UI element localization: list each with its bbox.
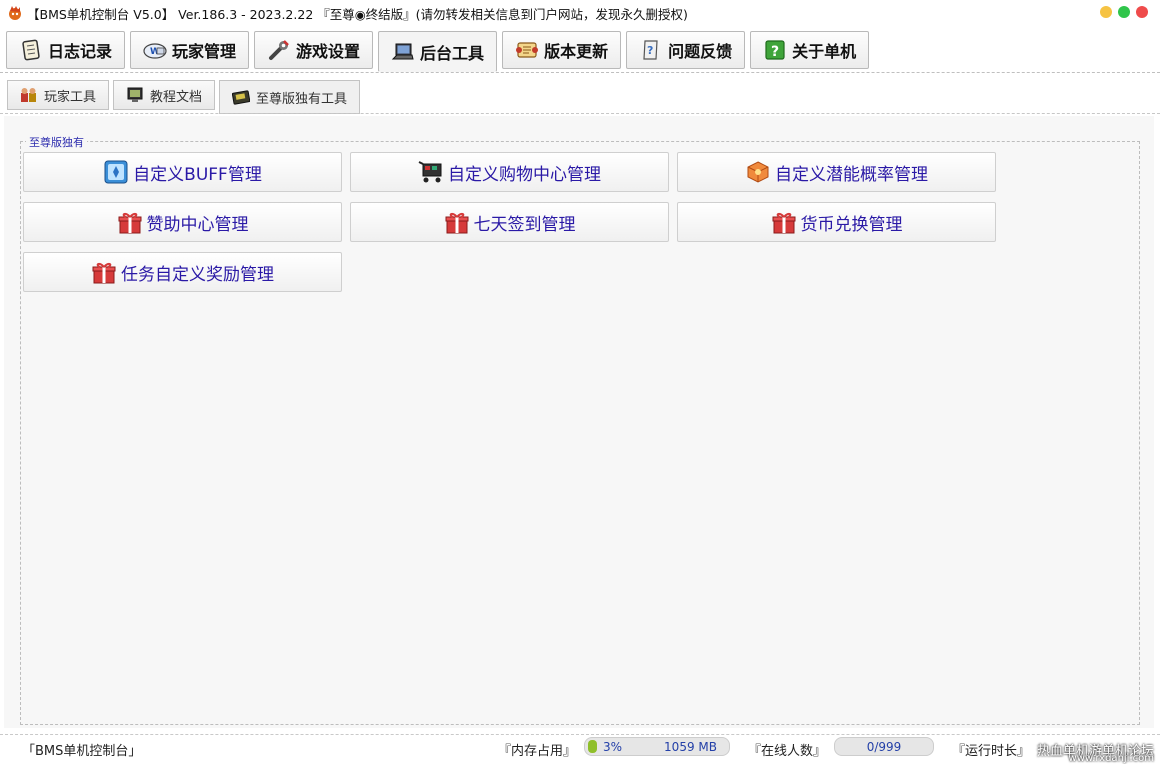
memory-label: 『内存占用』 — [498, 744, 577, 759]
monitor-icon — [127, 87, 143, 102]
seven-day-signin-label: 七天签到管理 — [473, 214, 576, 235]
subtab-supreme-tools[interactable]: 至尊版独有工具 — [219, 80, 361, 114]
title-bar: 【BMS单机控制台 V5.0】 Ver.186.3 - 2023.2.22 『至… — [0, 0, 1160, 26]
sub-tab-bar: 玩家工具 教程文档 至尊版独有工具 — [7, 80, 361, 114]
wrench-icon — [269, 40, 289, 60]
tab-log[interactable]: 日志记录 — [6, 31, 126, 69]
gift-box-icon — [772, 212, 795, 234]
window-title: 【BMS单机控制台 V5.0】 Ver.186.3 - 2023.2.22 『至… — [27, 6, 688, 22]
group-legend: 至尊版独有 — [26, 134, 87, 150]
tab-backend-tools-label: 后台工具 — [420, 43, 485, 63]
runtime-label: 『运行时长』 — [952, 744, 1031, 759]
question-scroll-icon: ? — [643, 40, 658, 60]
memory-mb: 1059 MB — [664, 739, 717, 754]
custom-buff-button[interactable]: 自定义BUFF管理 — [23, 152, 342, 192]
tab-about-label: 关于单机 — [792, 42, 857, 61]
tab-player-management-label: 玩家管理 — [172, 42, 237, 61]
subtab-separator — [0, 113, 1160, 114]
subtab-player-tools[interactable]: 玩家工具 — [7, 80, 110, 110]
subtab-tutorial-docs[interactable]: 教程文档 — [113, 80, 216, 110]
subtab-tutorial-docs-label: 教程文档 — [150, 89, 203, 105]
close-button[interactable] — [1136, 6, 1148, 18]
gift-box-icon — [118, 212, 141, 234]
memory-usage-bar: 3% 1059 MB — [584, 737, 730, 756]
svg-text:?: ? — [647, 44, 653, 57]
sponsor-center-button[interactable]: 赞助中心管理 — [23, 202, 342, 242]
tab-feedback-label: 问题反馈 — [668, 42, 733, 61]
status-app-label: 「BMS单机控制台」 — [22, 744, 142, 759]
potential-cube-icon — [747, 161, 769, 183]
scroll-icon — [516, 42, 539, 58]
online-value: 0/999 — [866, 739, 902, 754]
tab-player-management[interactable]: W 玩家管理 — [130, 31, 250, 69]
memory-usage-fill — [588, 740, 597, 753]
help-icon: ? — [765, 40, 785, 60]
subtab-player-tools-label: 玩家工具 — [44, 89, 97, 105]
tab-feedback[interactable]: ? 问题反馈 — [626, 31, 746, 69]
svg-text:?: ? — [771, 44, 779, 60]
custom-shop-button[interactable]: 自定义购物中心管理 — [350, 152, 669, 192]
custom-buff-label: 自定义BUFF管理 — [133, 164, 262, 185]
notebook-icon — [22, 39, 40, 61]
tab-separator — [0, 72, 1160, 73]
status-bar: 「BMS单机控制台」 『内存占用』 3% 1059 MB 『在线人数』 0/99… — [0, 734, 1160, 764]
online-count-bar: 0/999 — [834, 737, 934, 756]
gift-box-icon — [92, 262, 116, 284]
window-controls — [1100, 6, 1148, 18]
tab-about[interactable]: ? 关于单机 — [750, 31, 870, 69]
tab-version-update[interactable]: 版本更新 — [502, 31, 622, 69]
memory-percent: 3% — [603, 739, 623, 754]
content-panel: 至尊版独有 自定义BUFF管理 自定义购物中心管理 自定义潜能概率管理 赞助中心… — [4, 116, 1154, 728]
players-icon — [21, 88, 36, 102]
player-card-icon: W — [143, 43, 167, 59]
custom-potential-button[interactable]: 自定义潜能概率管理 — [677, 152, 996, 192]
tab-game-settings-label: 游戏设置 — [296, 42, 361, 61]
shopping-cart-icon — [418, 161, 442, 183]
seven-day-signin-button[interactable]: 七天签到管理 — [350, 202, 669, 242]
tab-log-label: 日志记录 — [48, 42, 113, 61]
tab-game-settings[interactable]: 游戏设置 — [254, 31, 374, 69]
quest-reward-label: 任务自定义奖励管理 — [121, 264, 274, 285]
tab-backend-tools[interactable]: 后台工具 — [378, 31, 498, 72]
currency-exchange-label: 货币兑换管理 — [800, 214, 903, 235]
custom-potential-label: 自定义潜能概率管理 — [775, 164, 928, 185]
vip-card-icon — [232, 90, 251, 105]
watermark: 热血单机游单机论坛 www.rxdanji.com — [1037, 740, 1154, 764]
laptop-icon — [391, 43, 414, 59]
maximize-button[interactable] — [1118, 6, 1130, 18]
custom-shop-label: 自定义购物中心管理 — [448, 164, 601, 185]
minimize-button[interactable] — [1100, 6, 1112, 18]
watermark-line2: www.rxdanji.com — [1068, 753, 1154, 764]
app-logo-icon — [9, 6, 21, 20]
subtab-supreme-tools-label: 至尊版独有工具 — [256, 91, 348, 107]
buff-icon — [104, 160, 128, 184]
sponsor-center-label: 赞助中心管理 — [146, 214, 249, 235]
status-separator — [0, 734, 1160, 735]
gift-box-icon — [445, 212, 468, 234]
tab-version-update-label: 版本更新 — [544, 42, 609, 61]
online-label: 『在线人数』 — [748, 744, 827, 759]
main-tab-bar: 日志记录 W 玩家管理 游戏设置 后台工具 版本更新 ? 问题反馈 ? 关于单机 — [6, 31, 870, 72]
currency-exchange-button[interactable]: 货币兑换管理 — [677, 202, 996, 242]
quest-reward-button[interactable]: 任务自定义奖励管理 — [23, 252, 342, 292]
